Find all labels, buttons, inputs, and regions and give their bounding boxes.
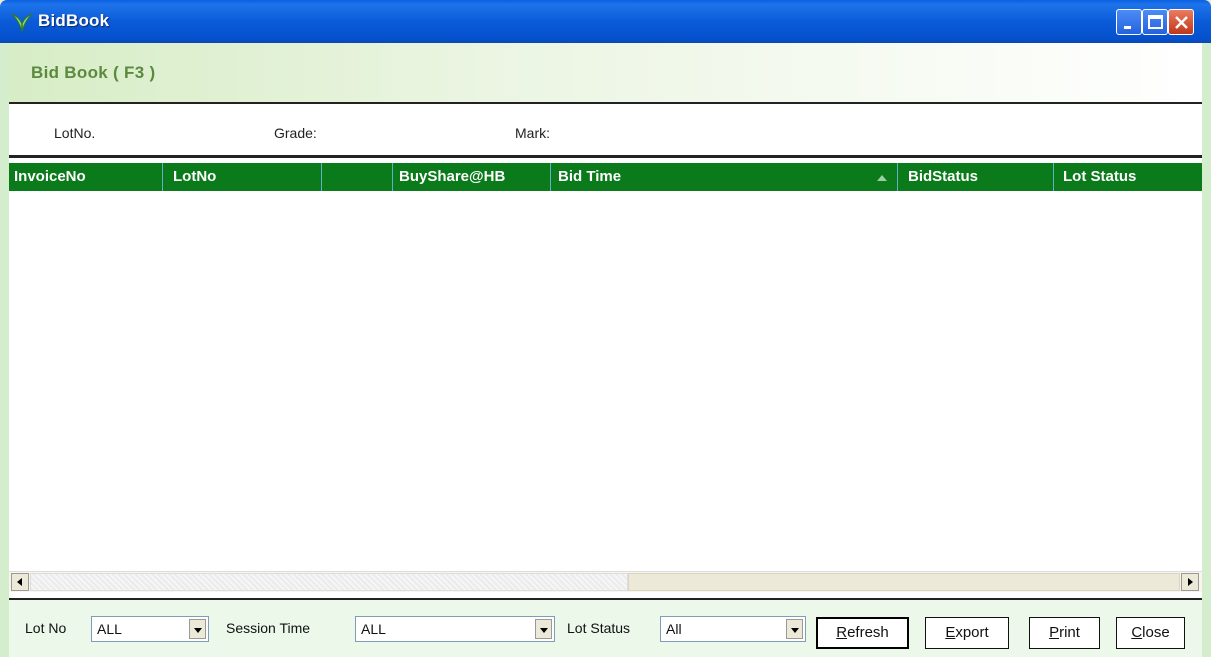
print-button[interactable]: Print bbox=[1029, 617, 1100, 649]
refresh-accesskey: R bbox=[836, 624, 848, 641]
close-window-button[interactable] bbox=[1168, 9, 1194, 35]
lot-no-value: ALL bbox=[97, 621, 122, 637]
session-time-select[interactable]: ALL bbox=[355, 616, 555, 642]
session-time-label: Session Time bbox=[226, 620, 311, 636]
lotno-label: LotNo. bbox=[54, 125, 96, 141]
column-header-bidstatus[interactable]: BidStatus bbox=[898, 163, 1054, 191]
grade-label: Grade: bbox=[274, 125, 317, 141]
horizontal-scrollbar[interactable] bbox=[9, 571, 1202, 592]
arrow-left-icon bbox=[17, 578, 22, 586]
export-label: xport bbox=[955, 624, 989, 641]
refresh-button[interactable]: Refresh bbox=[816, 617, 909, 649]
close-label: lose bbox=[1142, 624, 1170, 641]
print-label: rint bbox=[1059, 624, 1080, 641]
sort-ascending-icon bbox=[877, 175, 887, 181]
column-header-bid-time[interactable]: Bid Time bbox=[551, 163, 898, 191]
lot-info-row: LotNo. Grade: Mark: bbox=[9, 104, 1202, 158]
print-accesskey: P bbox=[1049, 624, 1060, 641]
chevron-down-icon[interactable] bbox=[189, 619, 206, 639]
session-time-value: ALL bbox=[361, 621, 386, 637]
column-header-invoiceno[interactable]: InvoiceNo bbox=[9, 163, 163, 191]
close-accesskey: C bbox=[1131, 624, 1143, 641]
close-button[interactable]: Close bbox=[1116, 617, 1185, 649]
column-header-blank[interactable] bbox=[322, 163, 393, 191]
maximize-button[interactable] bbox=[1142, 9, 1168, 35]
lot-no-select[interactable]: ALL bbox=[91, 616, 209, 642]
scrollbar-track[interactable] bbox=[628, 573, 1180, 591]
minimize-button[interactable] bbox=[1116, 9, 1142, 35]
lot-status-value: All bbox=[666, 621, 682, 637]
window-frame-right bbox=[1202, 43, 1211, 657]
page-title: Bid Book ( F3 ) bbox=[31, 63, 156, 82]
chevron-down-icon[interactable] bbox=[786, 619, 803, 639]
lot-status-select[interactable]: All bbox=[660, 616, 806, 642]
refresh-label: efresh bbox=[847, 624, 889, 641]
close-icon bbox=[1175, 16, 1188, 29]
maximize-icon bbox=[1148, 15, 1163, 29]
column-header-lot-status[interactable]: Lot Status bbox=[1054, 163, 1202, 191]
lot-no-label: Lot No bbox=[25, 620, 67, 636]
column-header-lotno[interactable]: LotNo bbox=[163, 163, 322, 191]
minimize-icon bbox=[1124, 26, 1131, 29]
column-header-buyshare[interactable]: BuyShare@HB bbox=[393, 163, 551, 191]
filter-toolbar: Lot No ALL Session Time ALL Lot Status A… bbox=[9, 598, 1202, 657]
chevron-down-icon[interactable] bbox=[535, 619, 552, 639]
window-title: BidBook bbox=[38, 11, 110, 30]
app-logo-icon bbox=[11, 13, 33, 33]
arrow-right-icon bbox=[1188, 578, 1193, 586]
mark-label: Mark: bbox=[515, 125, 550, 141]
window-frame-left bbox=[0, 43, 9, 657]
title-bar[interactable]: BidBook bbox=[0, 0, 1211, 43]
scrollbar-thumb[interactable] bbox=[30, 573, 628, 591]
grid-header: InvoiceNo LotNo BuyShare@HB Bid Time Bid… bbox=[9, 163, 1202, 191]
export-button[interactable]: Export bbox=[925, 617, 1009, 649]
export-accesskey: E bbox=[945, 624, 956, 641]
scroll-left-button[interactable] bbox=[11, 573, 29, 591]
scroll-right-button[interactable] bbox=[1181, 573, 1199, 591]
bid-grid[interactable]: InvoiceNo LotNo BuyShare@HB Bid Time Bid… bbox=[9, 158, 1202, 598]
page-header: Bid Book ( F3 ) bbox=[9, 43, 1202, 104]
lot-status-label: Lot Status bbox=[567, 620, 631, 636]
